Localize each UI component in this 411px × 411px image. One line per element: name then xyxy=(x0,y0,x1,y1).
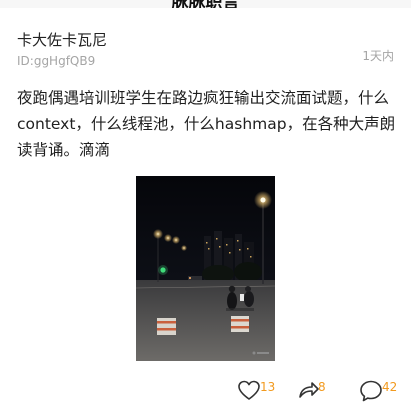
share-button[interactable]: 8 xyxy=(296,378,326,408)
post-time: 1天内 xyxy=(362,49,394,63)
author-id: ID:ggHgfQB9 xyxy=(17,54,96,68)
share-arrow-icon xyxy=(299,382,319,398)
post-body[interactable]: 夜跑偶遇培训班学生在路边疯狂输出交流面试题，什么context，什么线程池，什么… xyxy=(17,85,397,163)
author-name[interactable]: 卡大佐卡瓦尼 xyxy=(17,29,107,50)
heart-icon xyxy=(238,380,260,400)
post-image[interactable] xyxy=(136,176,275,361)
night-street-photo xyxy=(136,176,275,361)
top-nav-bar: 脉脉职言 xyxy=(0,0,411,8)
like-count: 13 xyxy=(260,380,276,394)
like-button[interactable]: 13 xyxy=(236,378,275,408)
share-count: 8 xyxy=(318,380,326,394)
comment-count: 42 xyxy=(382,380,398,394)
comment-button[interactable]: 42 xyxy=(358,378,397,408)
nav-title: 脉脉职言 xyxy=(0,0,411,8)
comment-bubble-icon xyxy=(360,380,382,402)
